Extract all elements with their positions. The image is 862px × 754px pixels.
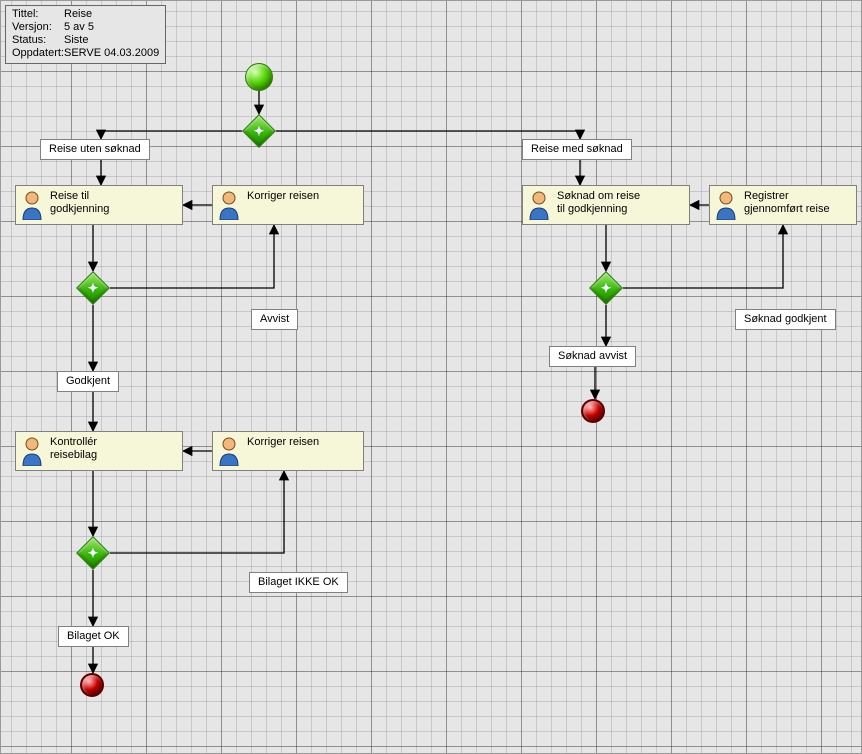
task-label: Søknad om reise til godkjenning: [557, 190, 640, 216]
meta-version-value: 5 av 5: [64, 21, 94, 33]
task-label: Korriger reisen: [247, 436, 319, 449]
end-event-left[interactable]: [80, 673, 104, 697]
gateway-soknad[interactable]: ✦: [589, 271, 623, 305]
person-icon: [527, 190, 551, 220]
edge-label-text: Avvist: [260, 313, 289, 325]
meta-status-label: Status:: [12, 34, 64, 47]
meta-updated-value: SERVE 04.03.2009: [64, 47, 159, 59]
meta-title-label: Tittel:: [12, 8, 64, 21]
gateway-godkjenning[interactable]: ✦: [76, 271, 110, 305]
task-label: Reise til godkjenning: [50, 190, 109, 216]
split-icon: ✦: [601, 282, 612, 295]
task-soknad-om-reise[interactable]: Søknad om reise til godkjenning: [522, 185, 690, 225]
edge-label-text: Reise med søknad: [531, 143, 623, 155]
edge-label-text: Søknad avvist: [558, 350, 627, 362]
edge-label-text: Bilaget OK: [67, 630, 120, 642]
edge-label-text: Godkjent: [66, 375, 110, 387]
diagram-metadata-panel: Tittel:Reise Versjon:5 av 5 Status:Siste…: [5, 5, 166, 64]
edge-label-bilaget-ikke-ok: Bilaget IKKE OK: [249, 572, 348, 593]
edge-label-text: Søknad godkjent: [744, 313, 827, 325]
edge-label-text: Bilaget IKKE OK: [258, 576, 339, 588]
person-icon: [714, 190, 738, 220]
meta-version-label: Versjon:: [12, 21, 64, 34]
meta-title-value: Reise: [64, 8, 92, 20]
task-label: Korriger reisen: [247, 190, 319, 203]
start-event[interactable]: [245, 63, 273, 91]
meta-updated-label: Oppdatert:: [12, 47, 64, 60]
edge-label-godkjent: Godkjent: [57, 371, 119, 392]
edge-label-reise-med-soknad: Reise med søknad: [522, 139, 632, 160]
workflow-canvas: Tittel:Reise Versjon:5 av 5 Status:Siste…: [0, 0, 862, 754]
end-event-right[interactable]: [581, 399, 605, 423]
task-label: Kontrollér reisebilag: [50, 436, 97, 462]
edge-label-avvist: Avvist: [251, 309, 298, 330]
meta-status-value: Siste: [64, 34, 88, 46]
task-registrer-gjennomfort-reise[interactable]: Registrer gjennomført reise: [709, 185, 857, 225]
edge-label-soknad-godkjent: Søknad godkjent: [735, 309, 836, 330]
person-icon: [20, 436, 44, 466]
task-reise-til-godkjenning[interactable]: Reise til godkjenning: [15, 185, 183, 225]
person-icon: [20, 190, 44, 220]
person-icon: [217, 190, 241, 220]
gateway-branch-soknad[interactable]: ✦: [242, 114, 276, 148]
split-icon: ✦: [88, 282, 99, 295]
task-korriger-reisen-2[interactable]: Korriger reisen: [212, 431, 364, 471]
task-label: Registrer gjennomført reise: [744, 190, 830, 216]
edge-label-reise-uten-soknad: Reise uten søknad: [40, 139, 150, 160]
gateway-bilag[interactable]: ✦: [76, 536, 110, 570]
person-icon: [217, 436, 241, 466]
task-kontroller-reisebilag[interactable]: Kontrollér reisebilag: [15, 431, 183, 471]
edge-label-bilaget-ok: Bilaget OK: [58, 626, 129, 647]
connector-layer: [1, 1, 862, 754]
task-korriger-reisen-1[interactable]: Korriger reisen: [212, 185, 364, 225]
edge-label-soknad-avvist: Søknad avvist: [549, 346, 636, 367]
edge-label-text: Reise uten søknad: [49, 143, 141, 155]
split-icon: ✦: [254, 125, 265, 138]
split-icon: ✦: [88, 547, 99, 560]
